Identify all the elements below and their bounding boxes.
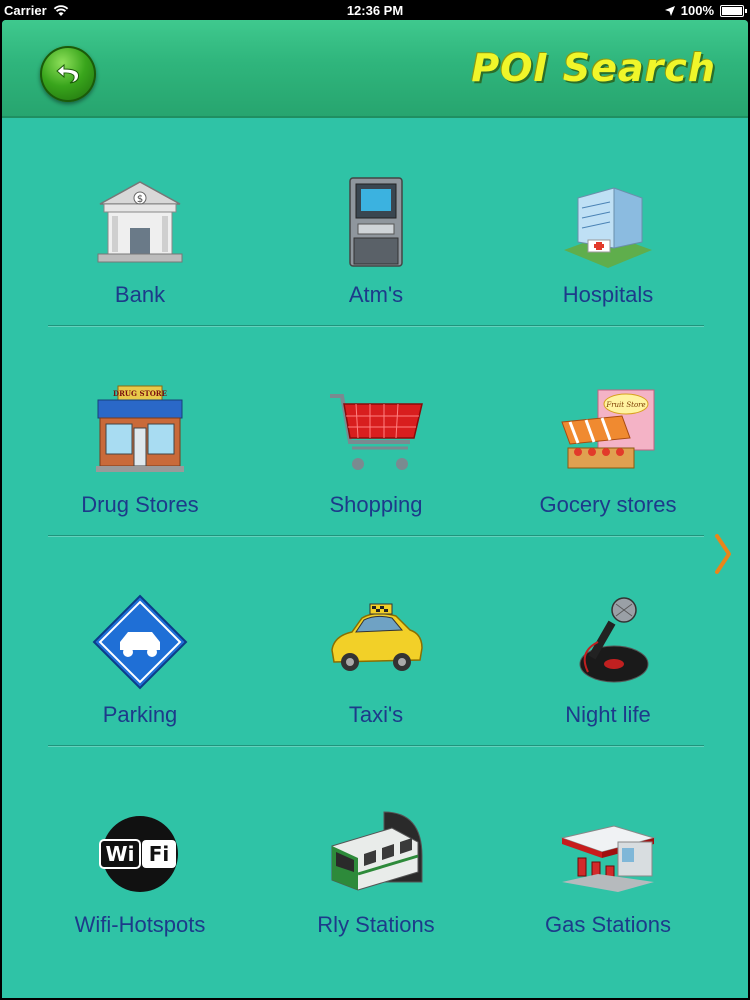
category-row: DRUG STORE Drug Stores Shopping Fruit St… bbox=[2, 326, 748, 536]
chevron-right-icon[interactable] bbox=[714, 534, 732, 574]
category-label: Gocery stores bbox=[539, 492, 677, 517]
app-window: POI Search $ Bank Atm's Hospitals DRUG S… bbox=[2, 20, 748, 998]
battery-icon bbox=[720, 4, 747, 17]
category-shopping[interactable]: Shopping bbox=[256, 326, 496, 536]
microphone-icon bbox=[579, 597, 649, 683]
category-label: Wifi-Hotspots bbox=[74, 912, 206, 937]
category-row: $ Bank Atm's Hospitals bbox=[2, 116, 748, 326]
category-label: Bank bbox=[114, 282, 166, 307]
category-night-life[interactable]: Night life bbox=[488, 536, 728, 746]
taxi-icon bbox=[331, 603, 423, 671]
category-label: Atm's bbox=[348, 282, 404, 307]
train-icon bbox=[331, 811, 423, 891]
wifi-left-text: Wi bbox=[106, 842, 135, 866]
shopping-cart-icon bbox=[330, 394, 423, 470]
clock: 12:36 PM bbox=[346, 3, 404, 18]
category-gas-stations[interactable]: Gas Stations bbox=[488, 746, 728, 956]
category-parking[interactable]: Parking bbox=[20, 536, 260, 746]
status-bar: Carrier 12:36 PM 100% bbox=[0, 0, 750, 20]
fruit-store-sign: Fruit Store bbox=[605, 401, 645, 409]
category-label: Night life bbox=[565, 702, 651, 727]
category-label: Drug Stores bbox=[81, 492, 199, 517]
category-label: Shopping bbox=[329, 492, 423, 517]
navigation-bar: POI Search bbox=[2, 20, 748, 118]
wifi-right-text: Fi bbox=[149, 842, 170, 866]
category-row: Wi Fi Wifi-Hotspots Rly Stations Gas Sta… bbox=[2, 746, 748, 956]
fruit-store-icon: Fruit Store bbox=[561, 389, 655, 469]
category-label: Gas Stations bbox=[545, 912, 671, 937]
category-grid: $ Bank Atm's Hospitals DRUG STORE Drug S… bbox=[2, 116, 748, 956]
category-label: Parking bbox=[102, 702, 178, 727]
category-taxis[interactable]: Taxi's bbox=[256, 536, 496, 746]
location-arrow-icon bbox=[664, 5, 675, 16]
category-drug-stores[interactable]: DRUG STORE Drug Stores bbox=[20, 326, 260, 536]
category-wifi-hotspots[interactable]: Wi Fi Wifi-Hotspots bbox=[20, 746, 260, 956]
atm-icon bbox=[349, 177, 403, 267]
svg-text:$: $ bbox=[137, 194, 143, 205]
battery-percent: 100% bbox=[680, 3, 714, 18]
back-button[interactable] bbox=[40, 46, 96, 102]
category-row: Parking Taxi's Night life bbox=[2, 536, 748, 746]
category-grocery-stores[interactable]: Fruit Store Gocery stores bbox=[488, 326, 728, 536]
drug-store-icon: DRUG STORE bbox=[96, 385, 184, 472]
parking-icon bbox=[92, 594, 188, 690]
category-label: Hospitals bbox=[562, 282, 654, 307]
category-label: Rly Stations bbox=[317, 912, 435, 937]
category-rly-stations[interactable]: Rly Stations bbox=[256, 746, 496, 956]
category-label: Taxi's bbox=[348, 702, 404, 727]
bank-icon: $ bbox=[97, 181, 183, 263]
wifi-icon: Wi Fi bbox=[99, 816, 178, 892]
category-atm[interactable]: Atm's bbox=[256, 116, 496, 326]
gas-station-icon bbox=[560, 825, 656, 892]
category-hospitals[interactable]: Hospitals bbox=[488, 116, 728, 326]
back-arrow-icon bbox=[56, 63, 80, 84]
drug-store-sign: DRUG STORE bbox=[113, 389, 167, 398]
hospital-icon bbox=[564, 187, 652, 268]
page-title: POI Search bbox=[471, 46, 716, 90]
category-bank[interactable]: $ Bank bbox=[20, 116, 260, 326]
